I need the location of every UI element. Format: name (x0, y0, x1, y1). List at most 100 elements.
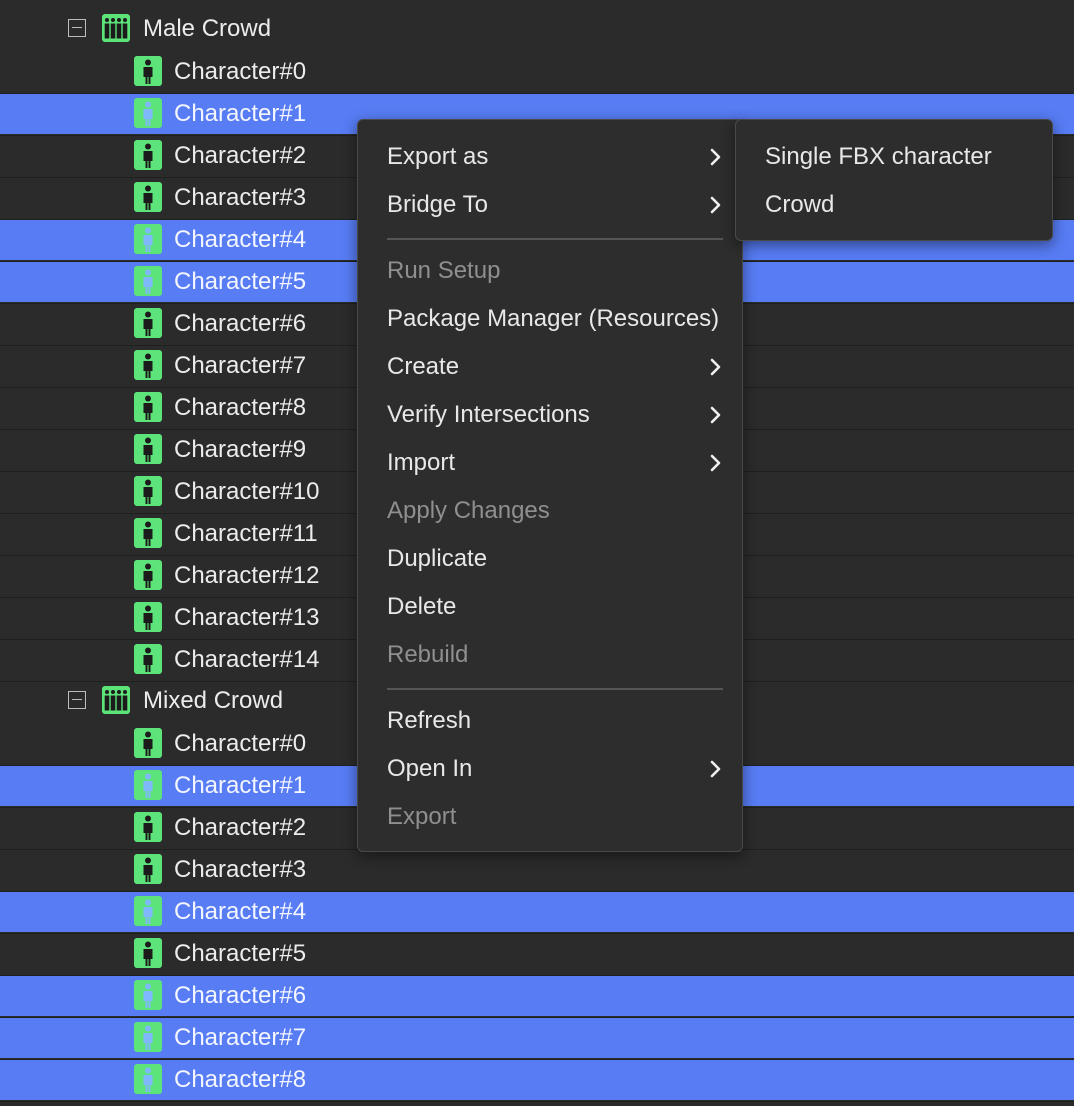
chevron-right-icon (710, 196, 721, 214)
menu-item-apply-changes: Apply Changes (358, 487, 742, 535)
character-icon (134, 518, 162, 548)
character-icon (134, 728, 162, 758)
tree-item-label: Character#6 (174, 982, 307, 1009)
chevron-right-icon (710, 148, 721, 166)
menu-item-export: Export (358, 793, 742, 841)
character-icon (134, 770, 162, 800)
tree-item-label: Character#6 (174, 310, 307, 337)
tree-item-label: Character#3 (174, 184, 307, 211)
tree-item-label: Character#8 (174, 1066, 307, 1093)
collapse-toggle-icon[interactable] (68, 691, 86, 709)
character-icon (134, 854, 162, 884)
menu-item-label: Export as (387, 143, 489, 170)
character-icon (134, 476, 162, 506)
menu-item-label: Delete (387, 593, 457, 620)
tree-item-label: Character#0 (174, 730, 307, 757)
menu-item-label: Verify Intersections (387, 401, 590, 428)
menu-item-bridge-to[interactable]: Bridge To (358, 181, 742, 229)
tree-item-label: Character#8 (174, 394, 307, 421)
character-icon (134, 98, 162, 128)
tree-item-row[interactable]: Character#0 (0, 52, 1074, 92)
submenu-item-label: Crowd (765, 191, 835, 218)
tree-item-row[interactable]: Character#8 (0, 1060, 1074, 1100)
character-icon (134, 644, 162, 674)
tree-group-label: Mixed Crowd (143, 687, 284, 714)
menu-item-delete[interactable]: Delete (358, 583, 742, 631)
menu-item-duplicate[interactable]: Duplicate (358, 535, 742, 583)
tree-item-label: Character#7 (174, 1024, 307, 1051)
menu-item-import[interactable]: Import (358, 439, 742, 487)
tree-item-label: Character#9 (174, 436, 307, 463)
tree-item-label: Character#14 (174, 646, 320, 673)
crowd-icon (102, 686, 130, 714)
character-icon (134, 938, 162, 968)
tree-item-label: Character#2 (174, 142, 307, 169)
chevron-right-icon (710, 358, 721, 376)
tree-item-label: Character#13 (174, 604, 320, 631)
tree-item-row[interactable]: Character#7 (0, 1018, 1074, 1058)
character-icon (134, 896, 162, 926)
menu-item-label: Run Setup (387, 257, 501, 284)
menu-item-label: Apply Changes (387, 497, 550, 524)
tree-group-label: Male Crowd (143, 15, 272, 42)
menu-item-label: Duplicate (387, 545, 488, 572)
submenu-item-label: Single FBX character (765, 143, 992, 170)
menu-item-run-setup: Run Setup (358, 247, 742, 295)
tree-item-row[interactable]: Character#4 (0, 892, 1074, 932)
outliner-panel: Male Crowd Character#0 Character#1 Characte… (0, 0, 1074, 1106)
menu-item-label: Export (387, 803, 457, 830)
tree-item-label: Character#7 (174, 352, 307, 379)
tree-item-label: Character#1 (174, 100, 307, 127)
tree-item-label: Character#4 (174, 898, 307, 925)
tree-item-row[interactable]: Character#6 (0, 976, 1074, 1016)
character-icon (134, 434, 162, 464)
tree-item-label: Character#1 (174, 772, 307, 799)
character-icon (134, 350, 162, 380)
menu-item-label: Bridge To (387, 191, 488, 218)
character-icon (134, 1064, 162, 1094)
menu-item-label: Package Manager (Resources) (387, 305, 720, 332)
menu-item-verify-intersections[interactable]: Verify Intersections (358, 391, 742, 439)
export-as-submenu: Single FBX character Crowd (735, 119, 1053, 241)
chevron-right-icon (710, 454, 721, 472)
tree-group-row[interactable]: Male Crowd (0, 9, 1074, 49)
submenu-item-single-fbx-character[interactable]: Single FBX character (736, 133, 1052, 181)
collapse-toggle-icon[interactable] (68, 19, 86, 37)
context-menu: Export as Bridge To Run Setup Package Manag… (357, 119, 743, 852)
menu-item-rebuild: Rebuild (358, 631, 742, 679)
menu-item-open-in[interactable]: Open In (358, 745, 742, 793)
character-icon (134, 602, 162, 632)
menu-item-create[interactable]: Create (358, 343, 742, 391)
menu-item-package-manager-resources[interactable]: Package Manager (Resources) (358, 295, 742, 343)
tree-item-label: Character#10 (174, 478, 320, 505)
character-icon (134, 980, 162, 1010)
tree-item-label: Character#2 (174, 814, 307, 841)
menu-item-label: Create (387, 353, 460, 380)
menu-item-refresh[interactable]: Refresh (358, 697, 742, 745)
menu-item-label: Import (387, 449, 456, 476)
crowd-icon (102, 14, 130, 42)
tree-item-label: Character#4 (174, 226, 307, 253)
menu-item-export-as[interactable]: Export as (358, 133, 742, 181)
character-icon (134, 560, 162, 590)
tree-item-label: Character#5 (174, 268, 307, 295)
character-icon (134, 308, 162, 338)
tree-item-label: Character#11 (174, 520, 318, 547)
tree-item-row[interactable]: Character#3 (0, 850, 1074, 890)
chevron-right-icon (710, 406, 721, 424)
menu-item-label: Rebuild (387, 641, 469, 668)
character-icon (134, 182, 162, 212)
tree-item-label: Character#5 (174, 940, 307, 967)
character-icon (134, 812, 162, 842)
tree-item-label: Character#0 (174, 58, 307, 85)
row-divider (0, 1101, 1074, 1102)
menu-separator (387, 238, 723, 240)
menu-item-label: Refresh (387, 707, 472, 734)
menu-item-label: Open In (387, 755, 473, 782)
submenu-item-crowd[interactable]: Crowd (736, 181, 1052, 229)
character-icon (134, 224, 162, 254)
tree-item-row[interactable]: Character#5 (0, 934, 1074, 974)
character-icon (134, 392, 162, 422)
menu-separator (387, 688, 723, 690)
character-icon (134, 1022, 162, 1052)
